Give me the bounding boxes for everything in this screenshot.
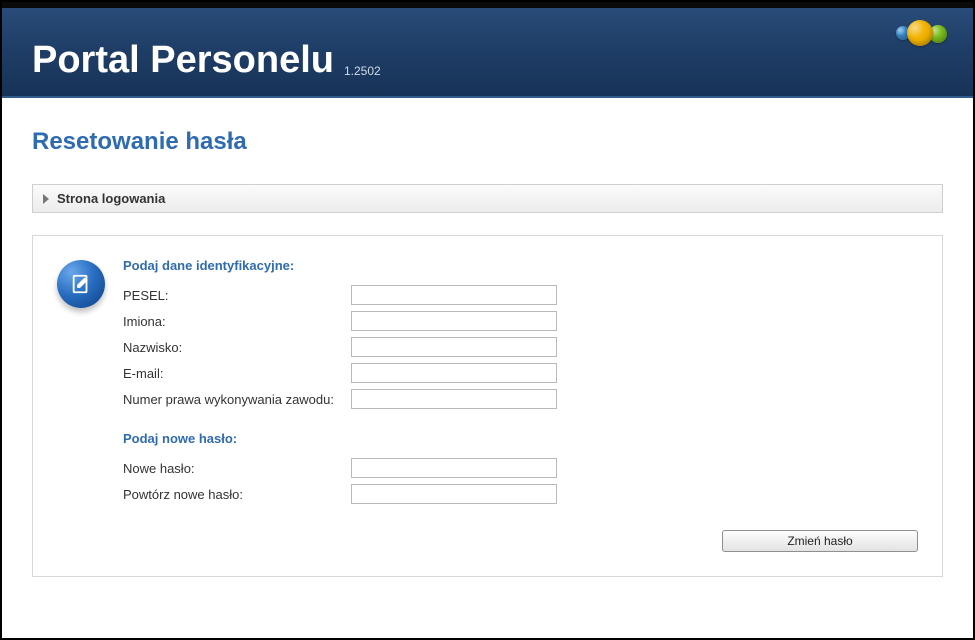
login-page-link[interactable]: Strona logowania [32, 184, 943, 213]
label-imiona: Imiona: [123, 314, 351, 329]
input-imiona[interactable] [351, 311, 557, 331]
row-new-password: Nowe hasło: [123, 458, 918, 478]
content-area: Resetowanie hasła Strona logowania Podaj… [2, 98, 973, 597]
page-title: Resetowanie hasła [32, 128, 943, 156]
row-repeat-password: Powtórz nowe hasło: [123, 484, 918, 504]
header-stripe [2, 2, 973, 8]
identity-section-title: Podaj dane identyfikacyjne: [123, 258, 918, 273]
reset-password-panel: Podaj dane identyfikacyjne: PESEL: Imion… [32, 235, 943, 577]
row-imiona: Imiona: [123, 311, 918, 331]
app-header: Portal Personelu 1.2502 [2, 2, 973, 98]
app-version: 1.2502 [344, 64, 381, 96]
input-repeat-password[interactable] [351, 484, 557, 504]
input-email[interactable] [351, 363, 557, 383]
label-nazwisko: Nazwisko: [123, 340, 351, 355]
row-nazwisko: Nazwisko: [123, 337, 918, 357]
logo-icon [896, 20, 947, 46]
submit-button[interactable]: Zmień hasło [722, 530, 918, 552]
logo-ball-yellow [907, 20, 933, 46]
form-grid: Podaj dane identyfikacyjne: PESEL: Imion… [123, 258, 918, 552]
app-title: Portal Personelu [32, 39, 334, 96]
login-page-label: Strona logowania [57, 191, 165, 206]
input-pesel[interactable] [351, 285, 557, 305]
label-email: E-mail: [123, 366, 351, 381]
label-new-password: Nowe hasło: [123, 461, 351, 476]
row-email: E-mail: [123, 363, 918, 383]
input-npwz[interactable] [351, 389, 557, 409]
button-row: Zmień hasło [123, 530, 918, 552]
row-npwz: Numer prawa wykonywania zawodu: [123, 389, 918, 409]
password-section-title: Podaj nowe hasło: [123, 431, 918, 446]
triangle-right-icon [43, 194, 49, 204]
row-pesel: PESEL: [123, 285, 918, 305]
edit-document-icon [57, 260, 105, 308]
label-repeat-password: Powtórz nowe hasło: [123, 487, 351, 502]
input-new-password[interactable] [351, 458, 557, 478]
label-npwz: Numer prawa wykonywania zawodu: [123, 392, 351, 407]
app-frame: Portal Personelu 1.2502 Resetowanie hasł… [0, 0, 975, 640]
label-pesel: PESEL: [123, 288, 351, 303]
input-nazwisko[interactable] [351, 337, 557, 357]
